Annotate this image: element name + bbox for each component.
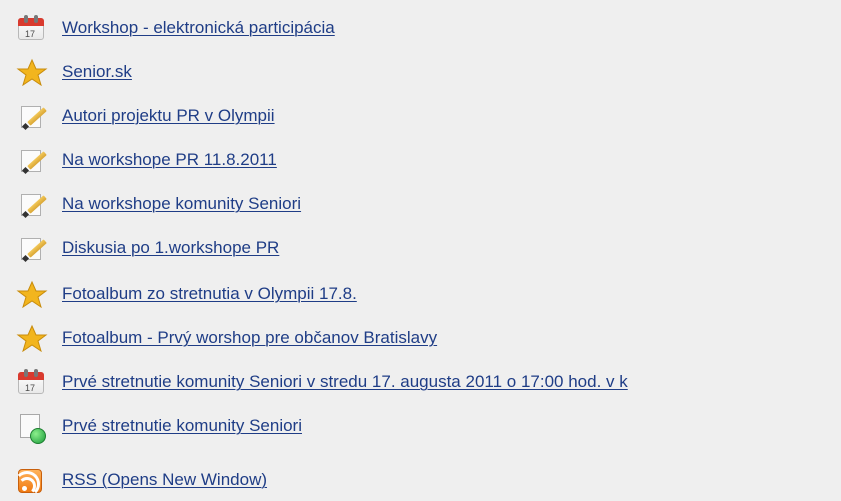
list-item[interactable]: Prvé stretnutie komunity Seniori [16, 412, 302, 444]
list-item[interactable]: Na workshope PR 11.8.2011 [16, 146, 277, 175]
list-item[interactable]: Fotoalbum - Prvý worshop pre občanov Bra… [16, 324, 437, 352]
edit-document-icon [16, 146, 48, 175]
list-item-link[interactable]: Fotoalbum zo stretnutia v Olympii 17.8. [62, 280, 357, 308]
edit-document-icon [16, 190, 48, 219]
calendar-icon: 17 [16, 368, 48, 396]
list-item-link[interactable]: Workshop - elektronická participácia [62, 14, 335, 42]
list-item[interactable]: Diskusia po 1.workshope PR [16, 234, 279, 263]
list-item-link[interactable]: Fotoalbum - Prvý worshop pre občanov Bra… [62, 324, 437, 352]
star-icon [16, 280, 48, 308]
list-item-link[interactable]: Na workshope komunity Seniori [62, 190, 301, 218]
list-item-link[interactable]: Prvé stretnutie komunity Seniori v stred… [62, 368, 628, 396]
list-item[interactable]: Na workshope komunity Seniori [16, 190, 301, 219]
calendar-icon: 17 [16, 14, 48, 42]
list-item[interactable]: 17 Prvé stretnutie komunity Seniori v st… [16, 368, 628, 396]
list-item[interactable]: Senior.sk [16, 58, 132, 86]
list-item-link[interactable]: Na workshope PR 11.8.2011 [62, 146, 277, 174]
list-item[interactable]: Autori projektu PR v Olympii [16, 102, 275, 131]
link-list: 17 Workshop - elektronická participácia … [0, 0, 841, 501]
list-item[interactable]: Fotoalbum zo stretnutia v Olympii 17.8. [16, 280, 357, 308]
edit-document-icon [16, 234, 48, 263]
list-item-link[interactable]: Senior.sk [62, 58, 132, 86]
star-icon [16, 58, 48, 86]
web-page-icon [16, 412, 48, 444]
list-item[interactable]: RSS (Opens New Window) [14, 466, 267, 497]
rss-link[interactable]: RSS (Opens New Window) [62, 466, 267, 494]
list-item-link[interactable]: Autori projektu PR v Olympii [62, 102, 275, 130]
list-item-link[interactable]: Diskusia po 1.workshope PR [62, 234, 279, 262]
list-item-link[interactable]: Prvé stretnutie komunity Seniori [62, 412, 302, 440]
rss-icon [14, 466, 48, 497]
edit-document-icon [16, 102, 48, 131]
list-item[interactable]: 17 Workshop - elektronická participácia [16, 14, 335, 42]
star-icon [16, 324, 48, 352]
